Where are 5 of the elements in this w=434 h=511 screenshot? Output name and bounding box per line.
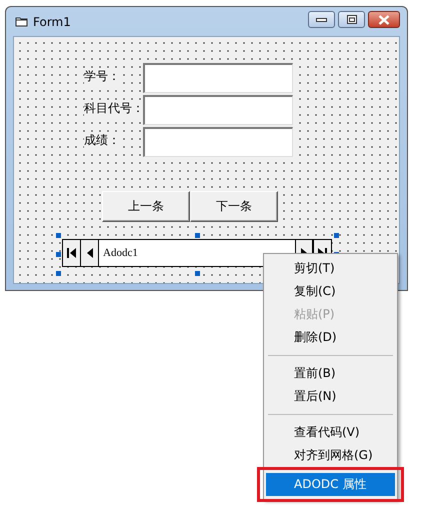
window-title: Form1 xyxy=(33,14,71,28)
field-label: 成绩： xyxy=(84,132,120,148)
field-label: 科目代号： xyxy=(84,100,144,116)
adodc-caption: Adodc1 xyxy=(102,247,139,259)
field-label: 学号： xyxy=(84,68,120,84)
